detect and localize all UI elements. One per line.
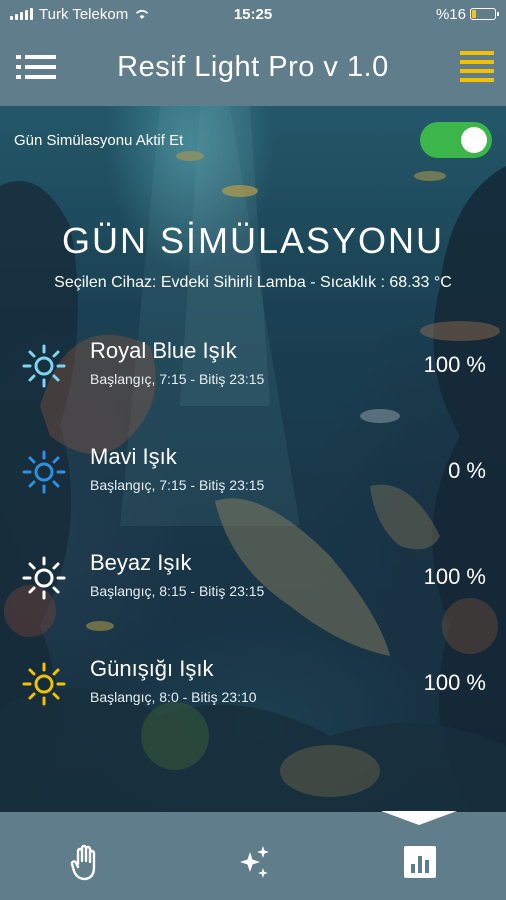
battery-level <box>472 10 476 18</box>
app-header: Resif Light Pro v 1.0 <box>0 28 506 106</box>
battery-percent: %16 <box>435 5 466 23</box>
active-tab-indicator <box>381 811 457 825</box>
light-value: 100 % <box>423 352 486 377</box>
status-right: %16 <box>435 5 499 23</box>
light-schedule: Başlangıç, 7:15 - Bitiş 23:15 <box>90 371 265 387</box>
device-info: Seçilen Cihaz: Evdeki Sihirli Lamba - Sı… <box>54 274 452 291</box>
main-content: Gün Simülasyonu Aktif Et GÜN SİMÜLASYONU… <box>0 106 506 812</box>
sun-icon <box>22 450 66 494</box>
section-title: GÜN SİMÜLASYONU <box>61 220 445 261</box>
sparkles-icon[interactable] <box>233 842 273 882</box>
wifi-icon <box>136 9 149 19</box>
sun-icon <box>22 344 66 388</box>
carrier-label: Turk Telekom <box>39 5 129 23</box>
light-schedule: Başlangıç, 8:15 - Bitiş 23:15 <box>90 583 265 599</box>
hand-icon[interactable] <box>66 842 106 882</box>
light-value: 100 % <box>423 670 486 695</box>
clock: 15:25 <box>233 5 273 23</box>
light-name: Mavi Işık <box>90 444 177 469</box>
hamburger-menu-icon[interactable] <box>460 50 494 82</box>
list-menu-icon[interactable] <box>16 54 56 80</box>
light-schedule: Başlangıç, 8:0 - Bitiş 23:10 <box>90 689 257 705</box>
light-schedule: Başlangıç, 7:15 - Bitiş 23:15 <box>90 477 265 493</box>
light-item-mavi[interactable]: Mavi Işık Başlangıç, 7:15 - Bitiş 23:15 … <box>0 444 506 524</box>
simulation-toggle-row: Gün Simülasyonu Aktif Et <box>14 122 492 158</box>
light-name: Royal Blue Işık <box>90 338 237 363</box>
light-value: 0 % <box>448 458 486 483</box>
toggle-knob[interactable] <box>461 127 487 153</box>
light-item-gunisigi[interactable]: Günışığı Işık Başlangıç, 8:0 - Bitiş 23:… <box>0 656 506 736</box>
simulation-toggle-label: Gün Simülasyonu Aktif Et <box>14 131 184 149</box>
sun-icon <box>22 556 66 600</box>
light-item-beyaz[interactable]: Beyaz Işık Başlangıç, 8:15 - Bitiş 23:15… <box>0 550 506 630</box>
status-left: Turk Telekom <box>10 6 150 23</box>
battery-icon <box>470 8 499 20</box>
simulation-toggle[interactable] <box>420 122 492 158</box>
chart-icon[interactable] <box>400 842 440 882</box>
sun-icon <box>22 662 66 706</box>
light-item-royal-blue[interactable]: Royal Blue Işık Başlangıç, 7:15 - Bitiş … <box>0 338 506 418</box>
light-name: Beyaz Işık <box>90 550 192 575</box>
light-name: Günışığı Işık <box>90 656 214 681</box>
light-value: 100 % <box>423 564 486 589</box>
signal-icon <box>10 8 33 20</box>
bottom-nav <box>0 811 506 900</box>
status-bar: Turk Telekom 15:25 %16 <box>0 0 506 28</box>
app-title: Resif Light Pro v 1.0 <box>117 50 389 83</box>
